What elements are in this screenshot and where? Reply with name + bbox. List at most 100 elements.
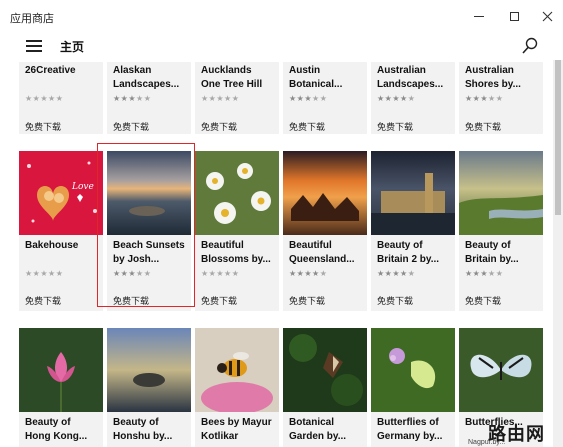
minimize-button[interactable] (462, 0, 496, 32)
price-label: 免费下载 (377, 122, 414, 132)
app-name: 26Creative (25, 65, 76, 76)
price-label: 免费下载 (201, 296, 238, 306)
app-tile-beauty-of-honshu[interactable]: Beauty of Honshu by... (107, 328, 191, 447)
rating-stars: ★★★★★ (25, 269, 64, 278)
price-label: 免费下载 (201, 122, 238, 132)
watermark-logo: 路由网 Nagpur.by... (460, 420, 563, 447)
page-title: 主页 (60, 40, 85, 54)
app-tile[interactable]: 26Creative ★★★★★ 免费下载 (19, 62, 103, 134)
app-name: Aucklands One Tree Hill by I... (201, 65, 263, 90)
app-tile-beautiful-queensland[interactable]: Beautiful Queensland... ★★★★★ 免费下载 (283, 151, 367, 311)
rating-stars: ★★★★★ (377, 94, 416, 103)
rating-stars: ★★★★★ (113, 94, 152, 103)
app-tile[interactable]: Alaskan Landscapes... ★★★★★ 免费下载 (107, 62, 191, 134)
app-name: Beautiful Blossoms by... (201, 240, 271, 265)
maximize-icon (509, 11, 519, 21)
close-button[interactable] (530, 0, 563, 32)
hamburger-menu-icon[interactable] (26, 40, 42, 52)
price-label: 免费下载 (465, 296, 502, 306)
app-tile-beauty-of-britain-2[interactable]: Beauty of Britain 2 by... ★★★★★ 免费下载 (371, 151, 455, 311)
app-thumbnail (371, 151, 455, 235)
bees-thumbnail-image (195, 328, 279, 412)
title-bar: 应用商店 (0, 0, 563, 32)
minimize-icon (474, 15, 484, 17)
rating-stars: ★★★★★ (377, 269, 416, 278)
app-thumbnail (107, 151, 191, 235)
butterflies-thumbnail-image (459, 328, 543, 412)
app-row-2: Love Bakehouse ★★★★★ 免费下载 Beach Sunsets b… (19, 151, 547, 311)
price-label: 免费下载 (289, 122, 326, 132)
price-label: 免费下载 (25, 122, 62, 132)
britain-thumbnail-image (459, 151, 543, 235)
app-name: Beauty of Britain 2 by... (377, 240, 440, 265)
app-name: Australian Landscapes... (377, 65, 444, 90)
price-label: 免费下载 (113, 122, 150, 132)
watermark-subtext: Nagpur.by... (468, 439, 506, 446)
app-thumbnail (371, 328, 455, 412)
app-thumbnail (283, 328, 367, 412)
app-thumbnail (459, 328, 543, 412)
botanical-thumbnail-image (283, 328, 367, 412)
app-thumbnail (107, 328, 191, 412)
rating-stars: ★★★★★ (289, 94, 328, 103)
app-thumbnail (19, 328, 103, 412)
app-tile[interactable]: Austin Botanical... ★★★★★ 免费下载 (283, 62, 367, 134)
app-tile-beach-sunsets[interactable]: Beach Sunsets by Josh... ★★★★★ 免费下载 (107, 151, 191, 311)
app-name: Alaskan Landscapes... (113, 65, 180, 90)
app-name: Bakehouse (25, 240, 79, 251)
honshu-thumbnail-image (107, 328, 191, 412)
app-thumbnail (195, 328, 279, 412)
app-header: 主页 (0, 32, 563, 60)
app-name: Beauty of Hong Kong... (25, 417, 88, 442)
search-button[interactable] (520, 36, 540, 56)
rating-stars: ★★★★★ (201, 269, 240, 278)
rating-stars: ★★★★★ (201, 94, 240, 103)
app-tile-bees[interactable]: Bees by Mayur Kotlikar (195, 328, 279, 447)
blossoms-thumbnail-image (195, 151, 279, 235)
app-tile-bakehouse[interactable]: Love Bakehouse ★★★★★ 免费下载 (19, 151, 103, 311)
price-label: 免费下载 (113, 296, 150, 306)
app-thumbnail: Love (19, 151, 103, 235)
rating-stars: ★★★★★ (289, 269, 328, 278)
app-thumbnail (195, 151, 279, 235)
app-name: Beach Sunsets by Josh... (113, 240, 185, 265)
app-tile-butterflies-of-germany[interactable]: Butterflies of Germany by... (371, 328, 455, 447)
price-label: 免费下载 (25, 296, 62, 306)
app-tile-beauty-of-britain[interactable]: Beauty of Britain by... ★★★★★ 免费下载 (459, 151, 543, 311)
price-label: 免费下载 (465, 122, 502, 132)
app-tile-beautiful-blossoms[interactable]: Beautiful Blossoms by... ★★★★★ 免费下载 (195, 151, 279, 311)
app-row-1: 26Creative ★★★★★ 免费下载 Alaskan Landscapes..… (19, 62, 547, 134)
scrollbar-thumb[interactable] (555, 60, 561, 215)
app-name: Austin Botanical... (289, 65, 343, 90)
window-title: 应用商店 (10, 13, 54, 25)
search-icon (522, 37, 538, 54)
app-name: Beauty of Britain by... (465, 240, 519, 265)
price-label: 免费下载 (289, 296, 326, 306)
app-name: Beautiful Queensland... (289, 240, 355, 265)
rating-stars: ★★★★★ (25, 94, 64, 103)
app-tile-beauty-of-hong-kong[interactable]: Beauty of Hong Kong... (19, 328, 103, 447)
maximize-button[interactable] (497, 0, 531, 32)
app-name: Australian Shores by... (465, 65, 521, 90)
price-label: 免费下载 (377, 296, 414, 306)
app-tile[interactable]: Australian Landscapes... ★★★★★ 免费下载 (371, 62, 455, 134)
app-thumbnail (283, 151, 367, 235)
queensland-thumbnail-image (283, 151, 367, 235)
app-tile[interactable]: Aucklands One Tree Hill by I... ★★★★★ 免费下载 (195, 62, 279, 134)
app-name: Botanical Garden by... (289, 417, 347, 442)
thumbnail-love-text: Love (71, 182, 94, 192)
rating-stars: ★★★★★ (113, 269, 152, 278)
app-thumbnail (459, 151, 543, 235)
app-name: Bees by Mayur Kotlikar (201, 417, 272, 442)
app-tile-botanical-garden[interactable]: Botanical Garden by... (283, 328, 367, 447)
beach-thumbnail-image (107, 151, 191, 235)
app-tile[interactable]: Australian Shores by... ★★★★★ 免费下载 (459, 62, 543, 134)
rating-stars: ★★★★★ (465, 269, 504, 278)
rating-stars: ★★★★★ (465, 94, 504, 103)
bakehouse-thumbnail-image: Love (19, 151, 103, 235)
app-name: Beauty of Honshu by... (113, 417, 173, 442)
close-icon (542, 11, 552, 21)
lotus-thumbnail-image (19, 328, 103, 412)
app-name: Butterflies of Germany by... (377, 417, 443, 442)
butterflies-germany-thumbnail-image (371, 328, 455, 412)
